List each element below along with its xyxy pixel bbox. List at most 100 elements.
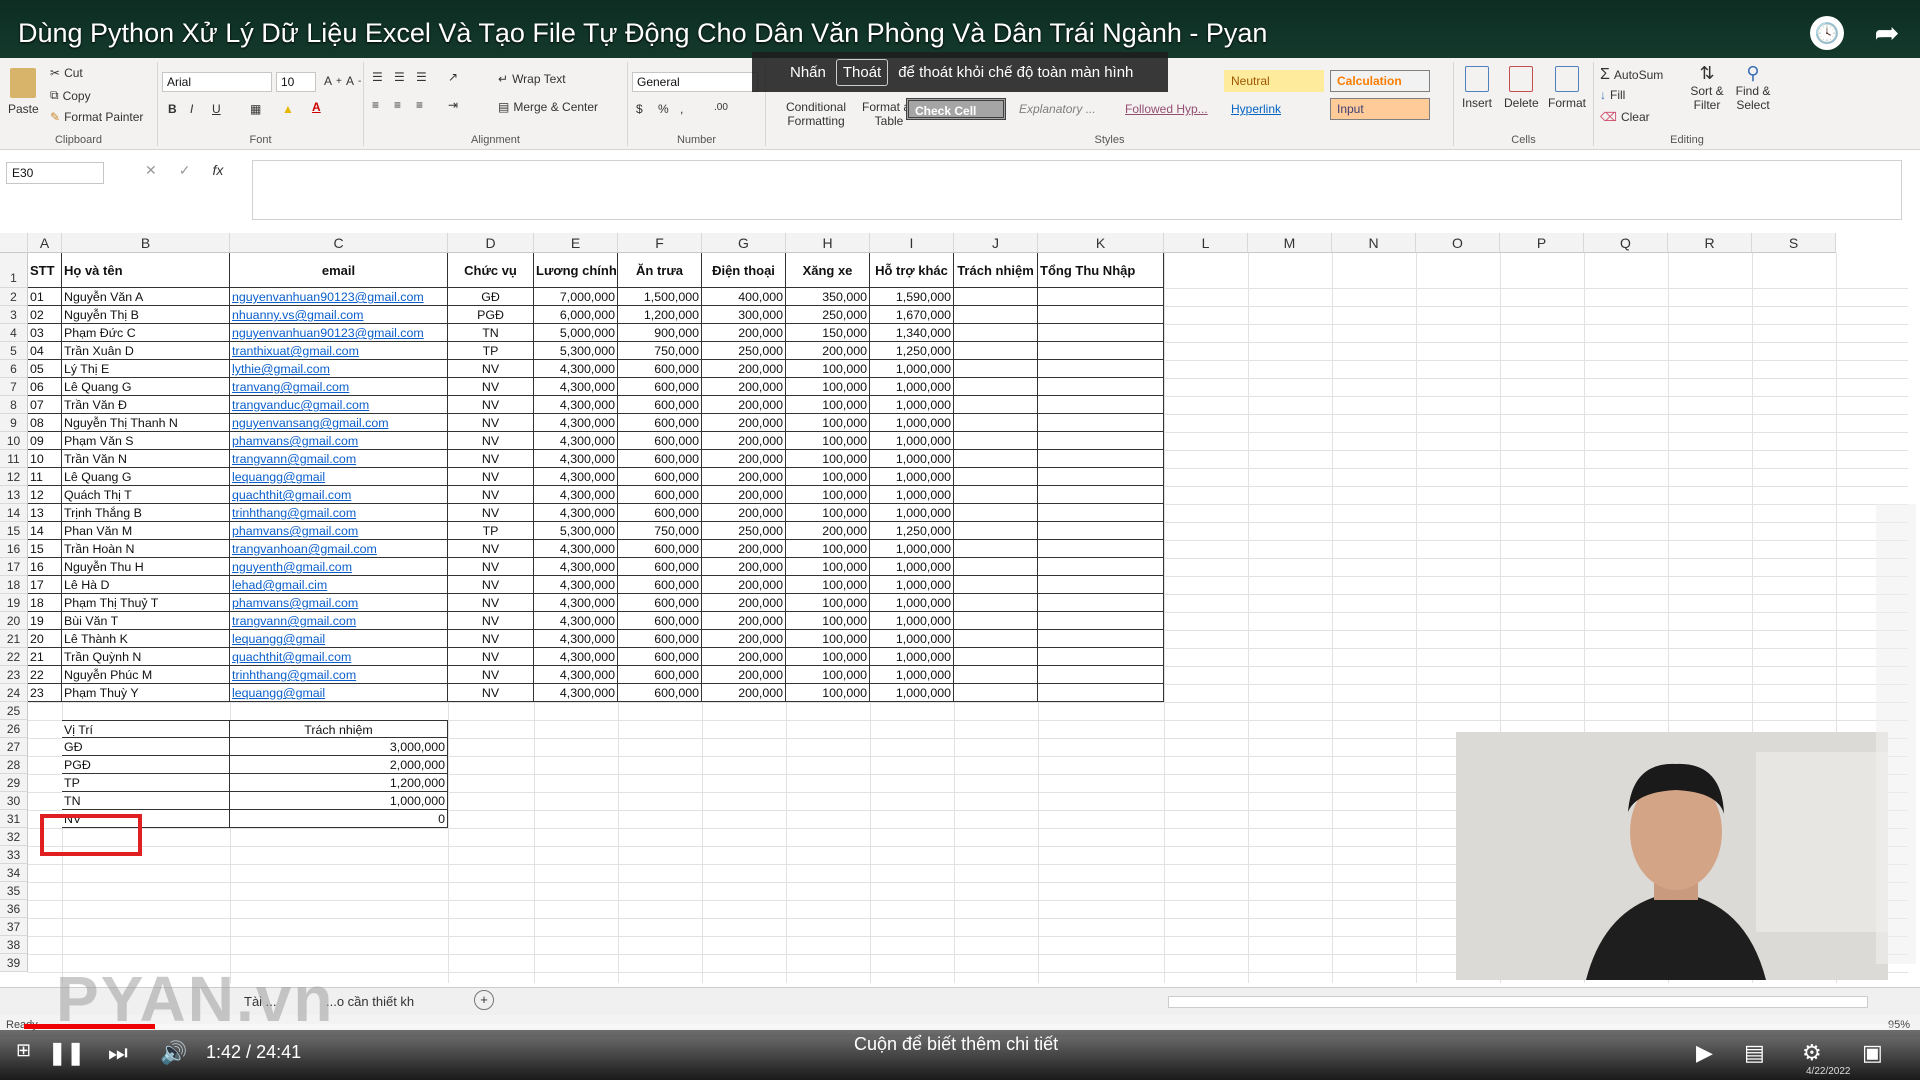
data-cell[interactable]: 1,590,000 — [870, 288, 954, 306]
column-header-s[interactable]: S — [1752, 233, 1836, 253]
data-cell[interactable]: 4,300,000 — [534, 504, 618, 522]
autoplay-icon[interactable]: ▶ — [1696, 1040, 1713, 1066]
data-cell[interactable]: 1,670,000 — [870, 306, 954, 324]
data-cell[interactable]: 100,000 — [786, 558, 870, 576]
data-cell[interactable]: Lê Quang G — [62, 468, 230, 486]
data-cell[interactable]: 5,300,000 — [534, 342, 618, 360]
email-link[interactable]: trangvann@gmail.com — [230, 612, 448, 630]
email-link[interactable]: nguyenth@gmail.com — [230, 558, 448, 576]
data-cell[interactable]: 06 — [28, 378, 62, 396]
data-cell[interactable]: 250,000 — [786, 306, 870, 324]
empty-cell[interactable] — [954, 468, 1038, 486]
data-cell[interactable]: 07 — [28, 396, 62, 414]
data-cell[interactable]: 19 — [28, 612, 62, 630]
email-link[interactable]: phamvans@gmail.com — [230, 522, 448, 540]
data-cell[interactable]: 200,000 — [786, 522, 870, 540]
column-header-i[interactable]: I — [870, 233, 954, 253]
data-cell[interactable]: 200,000 — [786, 342, 870, 360]
email-link[interactable]: nguyenvansang@gmail.com — [230, 414, 448, 432]
data-cell[interactable]: 01 — [28, 288, 62, 306]
increase-font-icon[interactable]: A + — [324, 74, 342, 88]
column-header-b[interactable]: B — [62, 233, 230, 253]
header-cell[interactable]: Hỗ trợ khác — [870, 253, 954, 288]
empty-cell[interactable] — [954, 306, 1038, 324]
data-cell[interactable]: 600,000 — [618, 612, 702, 630]
data-cell[interactable]: 400,000 — [702, 288, 786, 306]
data-cell[interactable]: NV — [448, 630, 534, 648]
volume-icon[interactable]: 🔊 — [160, 1040, 187, 1066]
data-cell[interactable]: 200,000 — [702, 468, 786, 486]
share-icon[interactable]: ➦ — [1870, 16, 1904, 50]
empty-cell[interactable] — [954, 288, 1038, 306]
wrap-text-button[interactable]: ↵ Wrap Text — [498, 72, 566, 86]
data-cell[interactable]: Phạm Đức C — [62, 324, 230, 342]
sheet-tab-2[interactable]: ...o cần thiết kh — [326, 994, 414, 1009]
column-header-f[interactable]: F — [618, 233, 702, 253]
data-cell[interactable]: Trần Văn N — [62, 450, 230, 468]
data-cell[interactable]: 100,000 — [786, 630, 870, 648]
data-cell[interactable]: 100,000 — [786, 666, 870, 684]
windows-start-icon[interactable]: ⊞ — [16, 1040, 31, 1061]
empty-cell[interactable] — [954, 648, 1038, 666]
data-cell[interactable]: 600,000 — [618, 414, 702, 432]
data-cell[interactable]: 100,000 — [786, 684, 870, 702]
data-cell[interactable]: 1,000,000 — [870, 540, 954, 558]
data-cell[interactable]: TP — [448, 522, 534, 540]
font-family-select[interactable]: Arial — [162, 72, 272, 92]
data-cell[interactable]: 200,000 — [702, 378, 786, 396]
next-icon[interactable]: ⏭ — [108, 1040, 128, 1066]
empty-cell[interactable] — [954, 396, 1038, 414]
data-cell[interactable]: 600,000 — [618, 396, 702, 414]
row-header[interactable]: 37 — [0, 918, 28, 936]
header-cell[interactable]: Trách nhiệm — [954, 253, 1038, 288]
lookup-cell[interactable]: GĐ — [62, 738, 230, 756]
email-link[interactable]: phamvans@gmail.com — [230, 594, 448, 612]
data-cell[interactable]: 600,000 — [618, 684, 702, 702]
empty-cell[interactable] — [1038, 612, 1164, 630]
data-cell[interactable]: 100,000 — [786, 576, 870, 594]
align-left-icon[interactable]: ≡ — [372, 98, 379, 112]
row-header[interactable]: 22 — [0, 648, 28, 666]
column-header-o[interactable]: O — [1416, 233, 1500, 253]
data-cell[interactable]: 250,000 — [702, 522, 786, 540]
column-header-n[interactable]: N — [1332, 233, 1416, 253]
email-link[interactable]: nguyenvanhuan90123@gmail.com — [230, 324, 448, 342]
empty-cell[interactable] — [1038, 432, 1164, 450]
row-header[interactable]: 5 — [0, 342, 28, 360]
data-cell[interactable]: 1,000,000 — [870, 666, 954, 684]
data-cell[interactable]: 5,300,000 — [534, 522, 618, 540]
data-cell[interactable]: NV — [448, 540, 534, 558]
data-cell[interactable]: NV — [448, 486, 534, 504]
data-cell[interactable]: 4,300,000 — [534, 594, 618, 612]
data-cell[interactable]: 1,000,000 — [870, 396, 954, 414]
insert-button[interactable]: Insert — [1462, 66, 1492, 110]
empty-cell[interactable] — [954, 576, 1038, 594]
data-cell[interactable]: 1,000,000 — [870, 558, 954, 576]
lookup-cell[interactable]: 1,200,000 — [230, 774, 448, 792]
data-cell[interactable]: Quách Thị T — [62, 486, 230, 504]
video-title[interactable]: Dùng Python Xử Lý Dữ Liệu Excel Và Tạo F… — [18, 18, 1267, 49]
row-header[interactable]: 23 — [0, 666, 28, 684]
style-followed-hyperlink[interactable]: Followed Hyp... — [1118, 98, 1218, 120]
empty-cell[interactable] — [1038, 558, 1164, 576]
row-header[interactable]: 12 — [0, 468, 28, 486]
header-cell[interactable]: Chức vụ — [448, 253, 534, 288]
data-cell[interactable]: 1,000,000 — [870, 648, 954, 666]
subtitles-icon[interactable]: ▤ — [1744, 1040, 1765, 1066]
align-right-icon[interactable]: ≡ — [416, 98, 423, 112]
data-cell[interactable]: 4,300,000 — [534, 558, 618, 576]
data-cell[interactable]: 1,000,000 — [870, 594, 954, 612]
row-header[interactable]: 33 — [0, 846, 28, 864]
data-cell[interactable]: 4,300,000 — [534, 666, 618, 684]
data-cell[interactable]: 200,000 — [702, 576, 786, 594]
data-cell[interactable]: 1,000,000 — [870, 576, 954, 594]
email-link[interactable]: quachthit@gmail.com — [230, 486, 448, 504]
data-cell[interactable]: 600,000 — [618, 504, 702, 522]
data-cell[interactable]: 08 — [28, 414, 62, 432]
email-link[interactable]: lehad@gmail.cim — [230, 576, 448, 594]
column-header-c[interactable]: C — [230, 233, 448, 253]
email-link[interactable]: trangvanduc@gmail.com — [230, 396, 448, 414]
data-cell[interactable]: Trịnh Thắng B — [62, 504, 230, 522]
data-cell[interactable]: NV — [448, 612, 534, 630]
data-cell[interactable]: NV — [448, 504, 534, 522]
